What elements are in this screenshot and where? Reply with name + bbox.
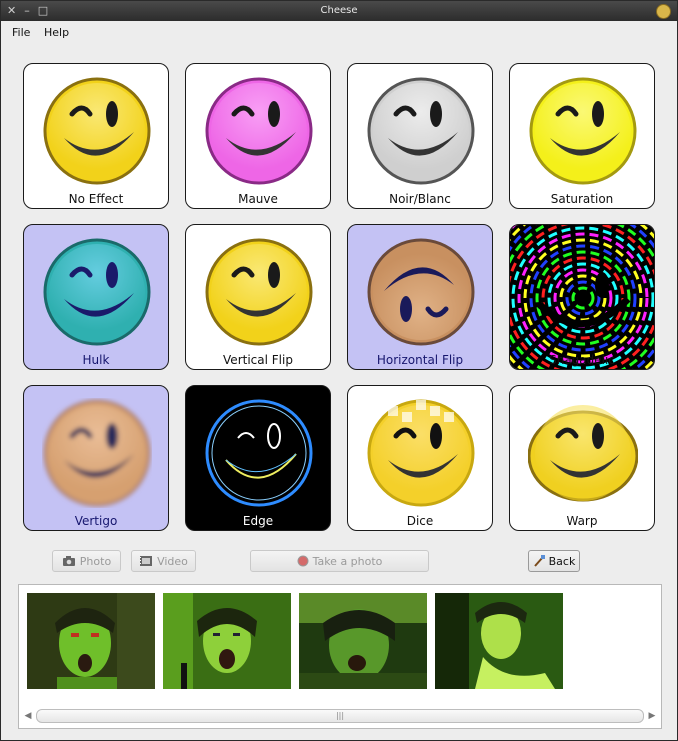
smiley-preview [204,76,314,186]
effect-tile[interactable]: Dice [347,385,493,531]
scroll-right-icon[interactable]: ▶ [646,710,658,722]
photo-thumbnail[interactable] [435,593,563,689]
effect-label: Dice [406,514,434,528]
effect-tile[interactable]: Shagadelic [509,224,655,370]
effect-tile[interactable]: Vertical Flip [185,224,331,370]
smiley-preview [366,237,476,347]
effect-label: No Effect [68,192,124,206]
effect-label: Horizontal Flip [376,353,464,367]
photo-thumbnail[interactable] [27,593,155,689]
effect-label: Hulk [82,353,110,367]
effects-grid: No Effect Mauve Noir/Blanc Saturation Hu… [23,63,657,537]
smiley-preview [366,398,476,508]
smiley-preview [366,76,476,186]
scrollbar-track[interactable]: ||| [36,709,644,723]
effect-label: Shagadelic [549,353,615,367]
effect-label: Mauve [238,192,278,206]
effect-label: Warp [566,514,598,528]
effect-label: Edge [242,514,274,528]
scroll-left-icon[interactable]: ◀ [22,710,34,722]
take-photo-label: Take a photo [312,554,383,568]
photo-strip: ◀ ||| ▶ [18,584,662,729]
effect-tile[interactable]: No Effect [23,63,169,209]
window-controls[interactable]: ✕–□ [7,1,56,21]
film-icon [139,555,153,567]
camera-icon [62,555,76,567]
effect-label: Saturation [550,192,614,206]
scrollbar-grip-icon[interactable]: ||| [336,711,344,720]
shagadelic-preview [510,225,654,369]
back-label: Back [548,554,576,568]
photo-thumbnail[interactable] [163,593,291,689]
effect-tile[interactable]: Edge [185,385,331,531]
effect-tile[interactable]: Horizontal Flip [347,224,493,370]
menu-file[interactable]: File [12,26,30,39]
menu-bar: File Help [1,21,677,45]
smiley-preview [42,76,152,186]
effect-tile[interactable]: Saturation [509,63,655,209]
edge-preview [204,398,314,508]
effect-label: Noir/Blanc [389,192,451,206]
record-icon [297,555,309,567]
photo-mode-label: Photo [79,554,112,568]
photo-mode-button[interactable]: Photo [52,550,121,572]
smiley-preview [42,237,152,347]
title-bar[interactable]: ✕–□ Cheese [1,1,677,21]
smiley-preview [527,398,639,508]
effect-tile[interactable]: Vertigo [23,385,169,531]
effect-label: Vertical Flip [223,353,293,367]
smiley-preview [42,398,152,508]
take-photo-button[interactable]: Take a photo [250,550,429,572]
effect-tile[interactable]: Hulk [23,224,169,370]
video-mode-button[interactable]: Video [131,550,196,572]
video-mode-label: Video [157,554,188,568]
photo-thumbnail[interactable] [299,593,427,689]
brush-icon [533,555,545,567]
app-menu-icon[interactable] [656,4,671,19]
effect-tile[interactable]: Mauve [185,63,331,209]
effect-tile[interactable]: Warp [509,385,655,531]
smiley-preview [528,76,638,186]
back-button[interactable]: Back [528,550,580,572]
effect-label: Vertigo [74,514,118,528]
window-title: Cheese [320,5,358,16]
cheese-window: ✕–□ Cheese File Help No Effect Mauve Noi… [0,0,678,741]
effect-tile[interactable]: Noir/Blanc [347,63,493,209]
smiley-preview [204,237,314,347]
menu-help[interactable]: Help [44,26,69,39]
horizontal-scrollbar[interactable]: ◀ ||| ▶ [20,708,660,724]
